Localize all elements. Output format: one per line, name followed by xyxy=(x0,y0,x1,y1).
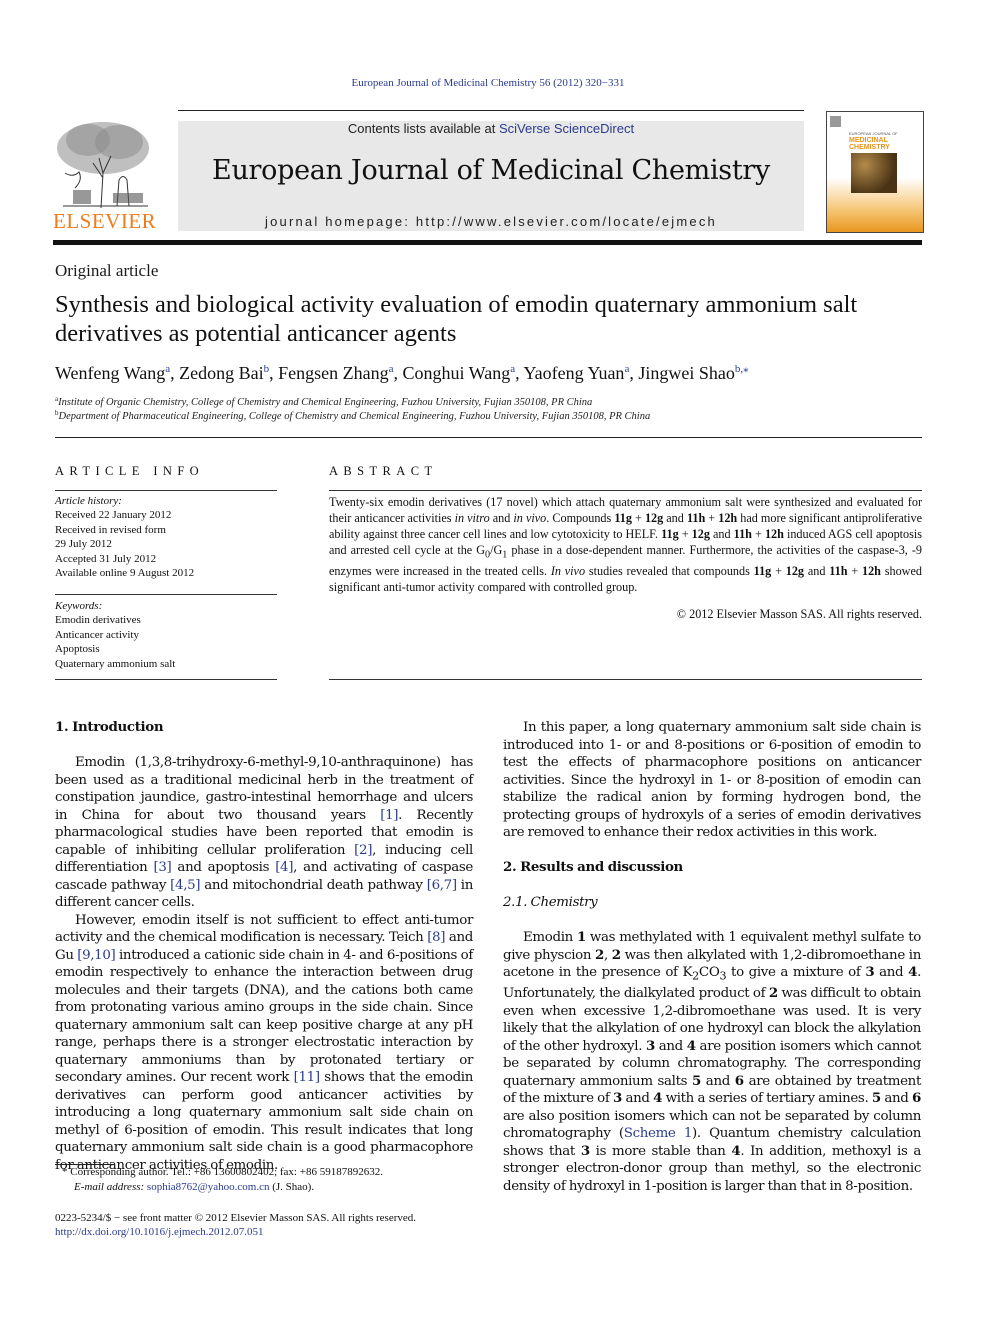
affiliation-a: aInstitute of Organic Chemistry, College… xyxy=(55,395,592,408)
scheme-link[interactable]: Scheme 1 xyxy=(624,1126,693,1141)
keywords: Keywords: Emodin derivatives Anticancer … xyxy=(55,599,175,671)
author-separator: , xyxy=(629,363,639,383)
body-column-left: 1. Introduction Emodin (1,3,8-trihydroxy… xyxy=(55,719,473,1174)
article-title: Synthesis and biological activity evalua… xyxy=(55,291,858,347)
keyword-item: Emodin derivatives xyxy=(55,614,141,627)
elsevier-logo: ELSEVIER xyxy=(53,118,157,233)
affiliation-text: Institute of Organic Chemistry, College … xyxy=(58,397,593,408)
section-heading-introduction: 1. Introduction xyxy=(55,719,164,735)
history-item: Accepted 31 July 2012 xyxy=(55,552,157,565)
email-note: E-mail address: sophia8762@yahoo.com.cn … xyxy=(74,1181,314,1193)
chemistry-paragraph-1: Emodin 1 was methylated with 1 equivalen… xyxy=(503,929,922,1194)
abstract-text: Twenty-six emodin derivatives (17 novel)… xyxy=(329,495,923,595)
article-info-heading: ARTICLE INFO xyxy=(55,464,205,478)
elsevier-wordmark: ELSEVIER xyxy=(53,209,157,233)
cover-molecule-image xyxy=(851,153,897,193)
sciencedirect-link[interactable]: SciVerse ScienceDirect xyxy=(499,121,634,136)
subsection-heading-chemistry: 2.1. Chemistry xyxy=(503,895,598,910)
body-column-right: In this paper, a long quaternary ammoniu… xyxy=(503,719,921,1195)
intro-paragraph-1: Emodin (1,3,8-trihydroxy-6-methyl-9,10-a… xyxy=(55,755,474,910)
author-name[interactable]: Yaofeng Yuan xyxy=(523,363,624,383)
cover-title-line-1: MEDICINAL xyxy=(849,137,888,144)
corresponding-author-note: * Corresponding author. Tel.: +86 136008… xyxy=(62,1166,383,1178)
intro-paragraph-2: However, emodin itself is not sufficient… xyxy=(55,912,474,1173)
history-item: Received 22 January 2012 xyxy=(55,509,172,522)
info-rule xyxy=(55,594,277,595)
contents-prefix: Contents lists available at xyxy=(347,121,499,136)
article-type: Original article xyxy=(55,261,159,280)
abstract-rule xyxy=(329,490,922,491)
section-heading-results: 2. Results and discussion xyxy=(503,859,683,875)
author-name[interactable]: Fengsen Zhang xyxy=(278,363,388,383)
reference-link[interactable]: [1] xyxy=(380,808,398,823)
cover-title: MEDICINAL CHEMISTRY xyxy=(849,137,890,151)
reference-link[interactable]: [8] xyxy=(427,930,445,945)
cover-title-line-2: CHEMISTRY xyxy=(849,144,890,151)
affiliation-text: Department of Pharmaceutical Engineering… xyxy=(58,411,651,422)
journal-homepage[interactable]: journal homepage: http://www.elsevier.co… xyxy=(178,214,804,229)
email-label: E-mail address: xyxy=(74,1181,147,1193)
issn-note: 0223-5234/$ − see front matter © 2012 El… xyxy=(55,1212,417,1224)
history-label: Article history: xyxy=(55,495,122,507)
reference-link[interactable]: [9,10] xyxy=(77,948,116,963)
history-item: Received in revised form xyxy=(55,523,166,536)
contents-line: Contents lists available at SciVerse Sci… xyxy=(178,121,804,136)
journal-title: European Journal of Medicinal Chemistry xyxy=(212,155,770,186)
journal-citation[interactable]: European Journal of Medicinal Chemistry … xyxy=(0,77,976,89)
reference-link[interactable]: [2] xyxy=(354,843,372,858)
author-name[interactable]: Conghui Wang xyxy=(402,363,510,383)
reference-link[interactable]: [4] xyxy=(275,860,293,875)
cover-small-text: EUROPEAN JOURNAL OF xyxy=(849,131,898,136)
doi-link[interactable]: http://dx.doi.org/10.1016/j.ejmech.2012.… xyxy=(55,1226,263,1238)
email-suffix: (J. Shao). xyxy=(269,1181,315,1193)
header-rule xyxy=(178,110,804,111)
cover-elsevier-icon xyxy=(830,116,841,127)
abstract-rule xyxy=(329,679,922,680)
email-link[interactable]: sophia8762@yahoo.com.cn xyxy=(147,1181,270,1193)
keyword-item: Apoptosis xyxy=(55,643,100,656)
keyword-item: Anticancer activity xyxy=(55,628,139,641)
author-list: Wenfeng Wanga, Zedong Baib, Fengsen Zhan… xyxy=(55,362,749,384)
abstract-heading: ABSTRACT xyxy=(329,464,438,478)
abstract-copyright: © 2012 Elsevier Masson SAS. All rights r… xyxy=(676,607,922,621)
reference-link[interactable]: [6,7] xyxy=(427,878,457,893)
reference-link[interactable]: [11] xyxy=(294,1070,320,1085)
author-name[interactable]: Zedong Bai xyxy=(179,363,263,383)
keywords-label: Keywords: xyxy=(55,600,103,612)
history-item: Available online 9 August 2012 xyxy=(55,567,195,580)
keyword-item: Quaternary ammonium salt xyxy=(55,657,176,670)
journal-banner: Contents lists available at SciVerse Sci… xyxy=(178,121,804,231)
reference-link[interactable]: [4,5] xyxy=(170,878,200,893)
affiliation-rule xyxy=(55,437,922,438)
author-separator: , xyxy=(269,363,279,383)
doi-link-text[interactable]: http://dx.doi.org/10.1016/j.ejmech.2012.… xyxy=(55,1226,263,1238)
intro-paragraph-3: In this paper, a long quaternary ammoniu… xyxy=(503,720,921,840)
footnote-rule xyxy=(55,1164,115,1165)
affiliation-b: bDepartment of Pharmaceutical Engineerin… xyxy=(55,409,650,422)
author-affiliation-marker[interactable]: b,⁎ xyxy=(735,363,749,375)
info-rule xyxy=(55,490,277,491)
article-history: Article history: Received 22 January 201… xyxy=(55,494,194,580)
author-separator: , xyxy=(170,363,180,383)
author-name[interactable]: Wenfeng Wang xyxy=(55,363,165,383)
header-thick-rule xyxy=(53,240,922,245)
history-item: 29 July 2012 xyxy=(55,538,112,551)
info-rule xyxy=(55,679,277,680)
journal-cover-thumbnail[interactable]: EUROPEAN JOURNAL OF MEDICINAL CHEMISTRY xyxy=(826,111,924,233)
elsevier-tree-icon xyxy=(53,118,153,210)
reference-link[interactable]: [3] xyxy=(153,860,171,875)
author-name[interactable]: Jingwei Shao xyxy=(638,363,735,383)
